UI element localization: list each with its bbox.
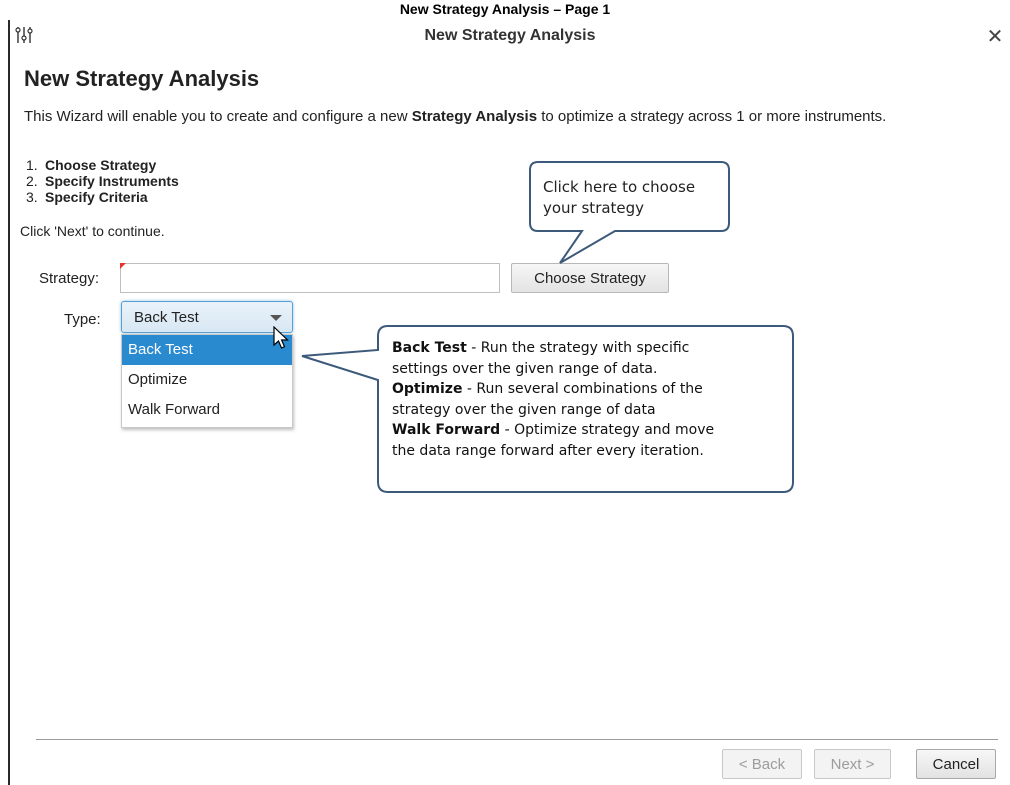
callout-line-rest: - Run several combinations of the <box>462 381 703 397</box>
callout-line-bold: Walk Forward <box>392 422 501 438</box>
callout-line-bold: Optimize <box>392 381 463 397</box>
callout-line: Optimize - Run several combinations of t… <box>392 379 714 400</box>
choose-strategy-callout-text: Click here to choose your strategy <box>543 177 695 219</box>
callout-line: Back Test - Run the strategy with specif… <box>392 338 714 359</box>
footer-divider <box>36 739 998 740</box>
callout-line-rest: - Run the strategy with specific <box>466 340 690 356</box>
callout-line: settings over the given range of data. <box>392 359 714 380</box>
cancel-button[interactable]: Cancel <box>916 749 996 779</box>
back-button[interactable]: < Back <box>722 749 802 779</box>
callout-line: your strategy <box>543 199 645 217</box>
callout-line-rest: - Optimize strategy and move <box>500 422 715 438</box>
callout-line-rest: the data range forward after every itera… <box>392 442 704 459</box>
callout-line: strategy over the given range of data <box>392 400 714 421</box>
callout-line-rest: settings over the given range of data. <box>392 360 658 377</box>
type-callout-text: Back Test - Run the strategy with specif… <box>392 338 714 461</box>
callout-line: the data range forward after every itera… <box>392 441 714 462</box>
wizard-window: New Strategy Analysis ✕ New Strategy Ana… <box>8 20 1010 785</box>
callout-line-rest: strategy over the given range of data <box>392 401 656 418</box>
callout-line: Click here to choose <box>543 178 696 196</box>
callout-line: Walk Forward - Optimize strategy and mov… <box>392 420 714 441</box>
next-button[interactable]: Next > <box>814 749 891 779</box>
page-caption: New Strategy Analysis – Page 1 <box>399 1 611 17</box>
callout-line-bold: Back Test <box>392 340 467 356</box>
